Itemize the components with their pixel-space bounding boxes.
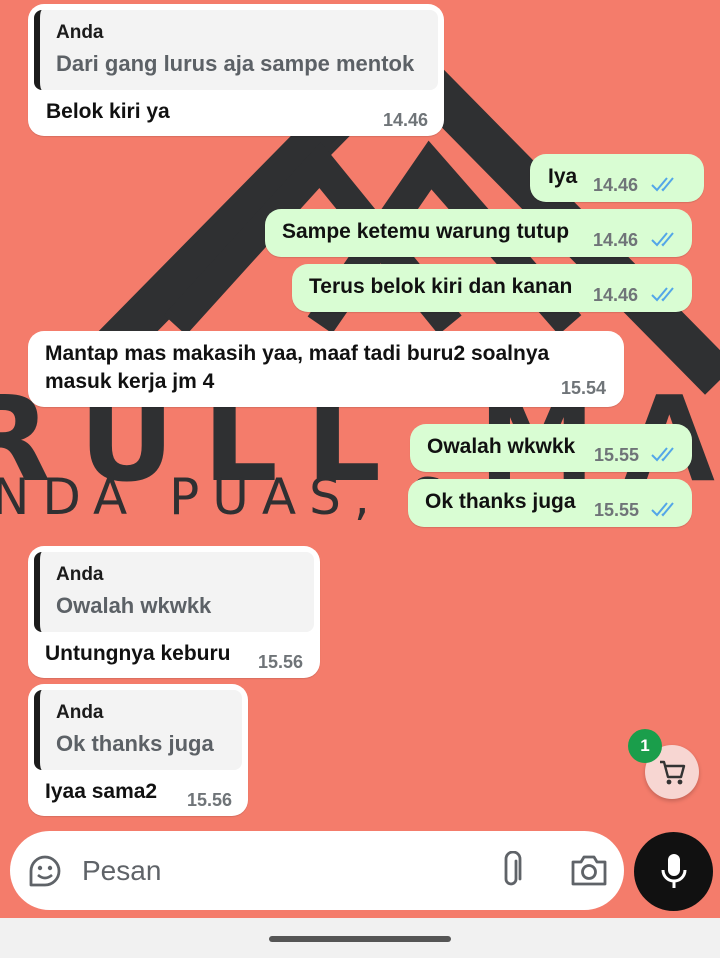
message-bubble-outgoing[interactable]: Ok thanks juga 15.55 [408,479,692,527]
message-text: Belok kiri ya [46,100,170,123]
read-ticks-icon [651,447,674,462]
message-bubble-incoming[interactable]: Mantap mas makasih yaa, maaf tadi buru2 … [28,331,624,407]
quote-text: Dari gang lurus aja sampe mentok [56,51,415,76]
message-time: 15.56 [258,652,304,672]
message-bubble-incoming[interactable]: Anda Ok thanks juga Iyaa sama2 15.56 [28,684,248,816]
read-ticks-icon [651,177,674,192]
quote-text: Owalah wkwkk [56,593,212,618]
message-time: 14.46 [593,230,639,250]
message-text-line: masuk kerja jm 4 [45,370,215,393]
quote-author: Anda [56,22,104,43]
message-time: 15.55 [594,445,640,465]
attach-icon[interactable] [496,851,526,891]
message-bubble-outgoing[interactable]: Owalah wkwkk 15.55 [410,424,692,472]
message-bubble-outgoing[interactable]: Iya 14.46 [530,154,704,202]
message-time: 15.55 [594,500,640,520]
read-ticks-icon [651,287,674,302]
voice-message-button[interactable] [634,832,713,911]
message-time: 14.46 [593,285,639,305]
message-bubble-incoming[interactable]: Anda Owalah wkwkk Untungnya keburu 15.56 [28,546,320,678]
message-input[interactable]: Pesan [82,855,161,887]
sticker-icon[interactable] [26,852,64,890]
system-navigation-bar [0,918,720,958]
message-text: Sampe ketemu warung tutup [282,220,570,243]
home-gesture-handle[interactable] [269,936,451,942]
message-time: 15.54 [561,378,607,398]
message-text: Iyaa sama2 [45,780,158,803]
message-text: Terus belok kiri dan kanan [309,275,573,298]
quoted-message[interactable]: Anda Owalah wkwkk [34,552,314,632]
read-ticks-icon [651,502,674,517]
quoted-message[interactable]: Anda Dari gang lurus aja sampe mentok [34,10,438,90]
message-bubble-incoming[interactable]: Anda Dari gang lurus aja sampe mentok Be… [28,4,444,136]
camera-icon[interactable] [570,853,608,887]
quote-author: Anda [56,564,104,585]
message-bubble-outgoing[interactable]: Sampe ketemu warung tutup 14.46 [265,209,692,257]
message-time: 14.46 [383,110,429,130]
message-bubble-outgoing[interactable]: Terus belok kiri dan kanan 14.46 [292,264,692,312]
message-composer[interactable]: Pesan [10,831,624,910]
message-text: Iya [548,165,578,188]
read-ticks-icon [651,232,674,247]
message-text-line: Mantap mas makasih yaa, maaf tadi buru2 … [45,342,550,365]
message-text: Untungnya keburu [45,642,231,665]
message-time: 14.46 [593,175,639,195]
message-text: Ok thanks juga [425,490,576,513]
mic-icon [661,854,687,888]
cart-count-badge: 1 [628,729,662,763]
message-text: Owalah wkwkk [427,435,576,458]
quote-text: Ok thanks juga [56,731,214,756]
quoted-message[interactable]: Anda Ok thanks juga [34,690,242,770]
message-time: 15.56 [187,790,233,810]
quote-author: Anda [56,702,104,723]
